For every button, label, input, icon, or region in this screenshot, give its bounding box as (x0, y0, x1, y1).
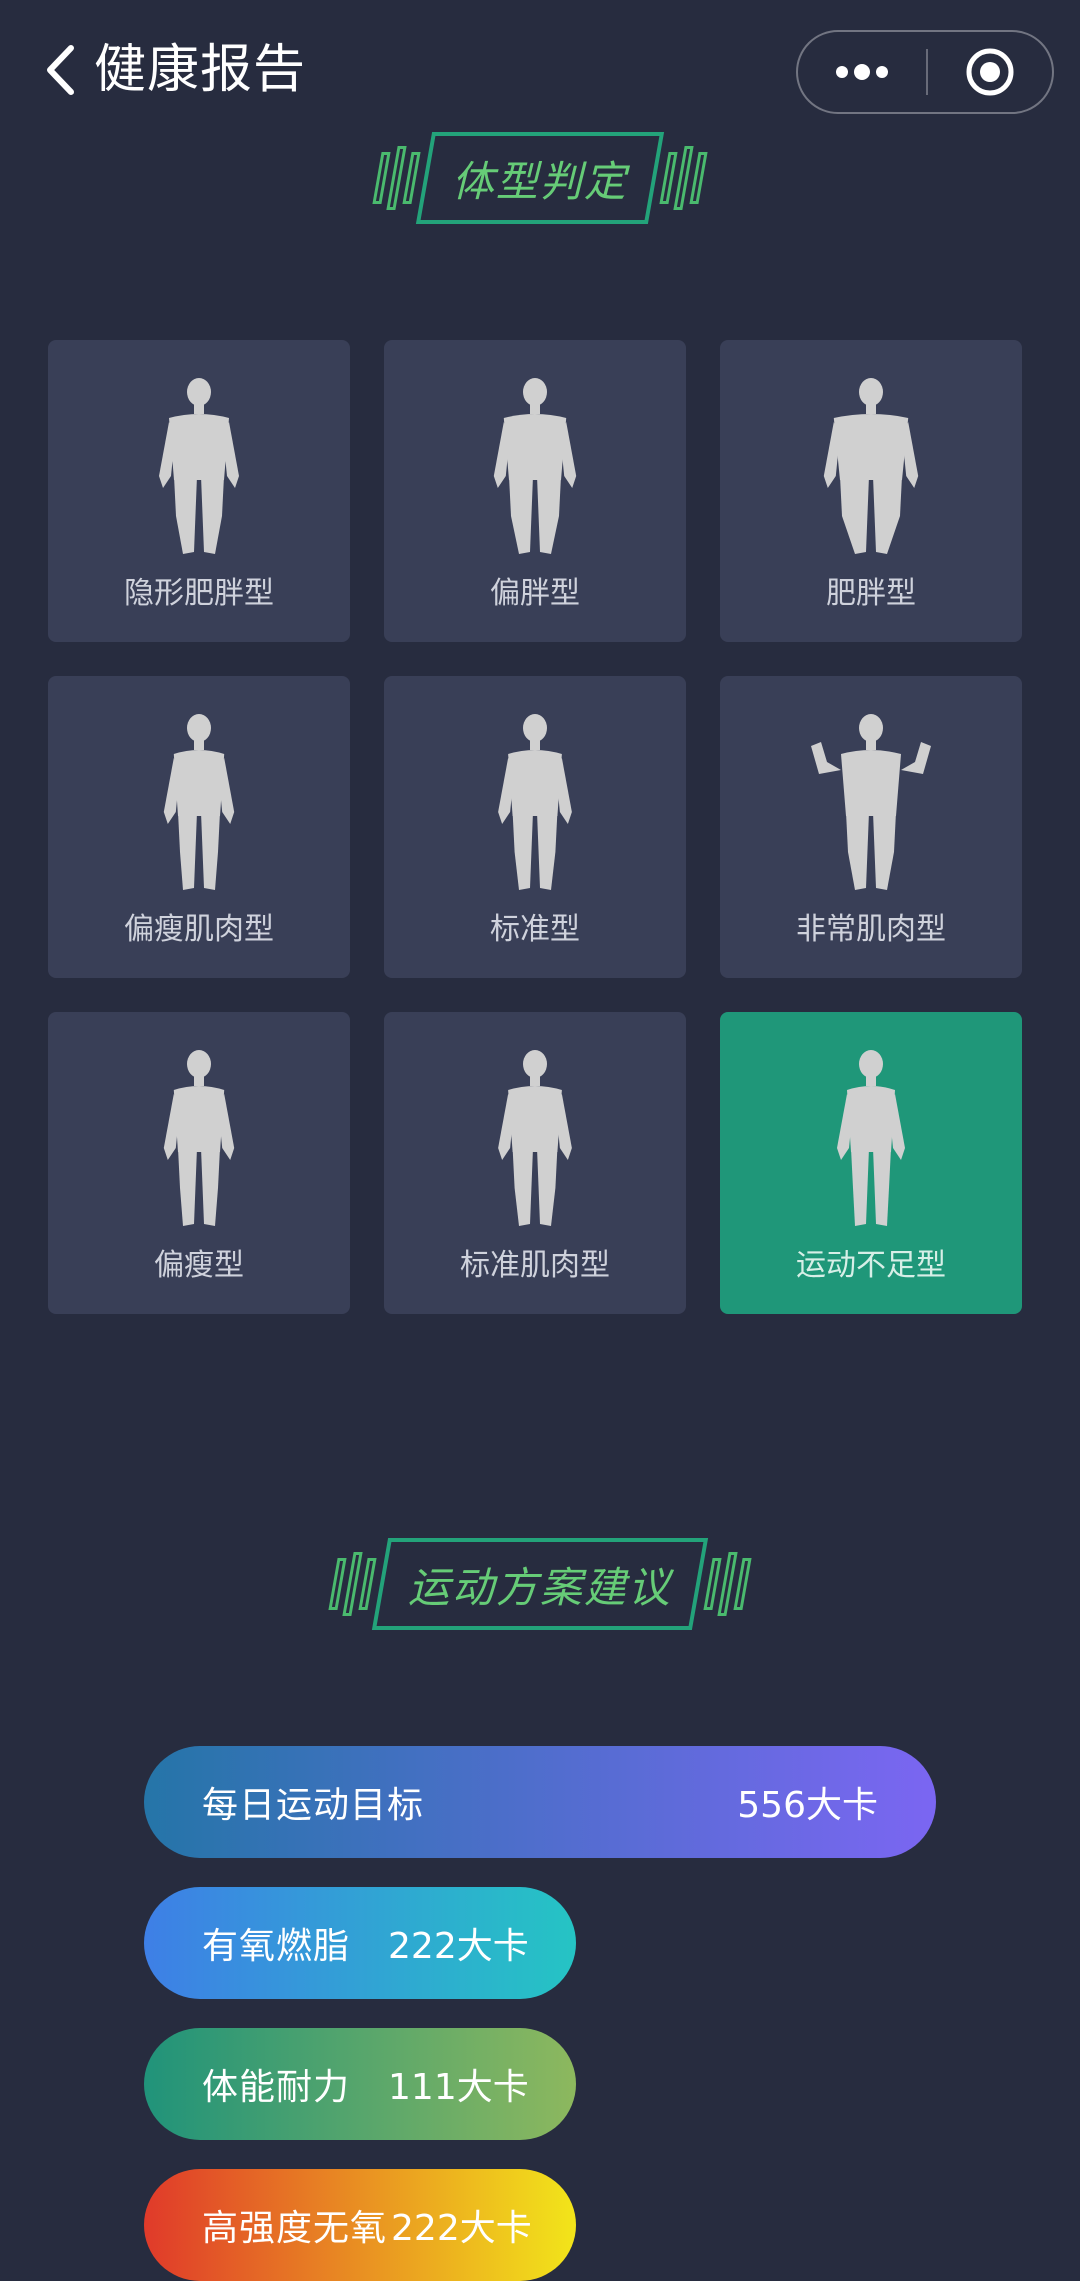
body-type-card-obese[interactable]: 肥胖型 (720, 340, 1022, 642)
section-title-exercise-plan: 运动方案建议 (407, 1562, 672, 1612)
badge-bars-right (659, 146, 708, 210)
human-figure-icon (475, 376, 595, 562)
daily-goal-value: 556大卡 (737, 1785, 878, 1826)
body-type-label: 标准肌肉型 (460, 1248, 610, 1283)
daily-goal-label: 每日运动目标 (202, 1785, 425, 1826)
body-type-card-slim-muscular[interactable]: 偏瘦肌肉型 (48, 676, 350, 978)
human-figure-icon (475, 712, 595, 898)
body-type-label: 偏瘦肌肉型 (124, 912, 274, 947)
badge-frame: 运动方案建议 (371, 1538, 709, 1630)
endurance-value: 111大卡 (388, 2067, 529, 2108)
body-type-label: 偏胖型 (490, 576, 580, 611)
daily-goal-pill: 每日运动目标 556大卡 (144, 1746, 936, 1858)
endurance-pill: 体能耐力 111大卡 (144, 2028, 576, 2140)
anaerobic-pill: 高强度无氧 222大卡 (144, 2169, 576, 2281)
body-type-card-slim[interactable]: 偏瘦型 (48, 1012, 350, 1314)
endurance-label: 体能耐力 (202, 2067, 351, 2108)
top-bar: 健康报告 (0, 0, 1080, 140)
section-badge-body-type: 体型判定 (370, 128, 710, 228)
human-figure-icon (139, 712, 259, 898)
aerobic-pill: 有氧燃脂 222大卡 (144, 1887, 576, 1999)
body-type-label: 运动不足型 (796, 1248, 946, 1283)
page-title: 健康报告 (94, 40, 307, 100)
target-circle-icon (966, 48, 1014, 96)
body-type-card-insufficient-exercise[interactable]: 运动不足型 (720, 1012, 1022, 1314)
body-type-card-very-muscular[interactable]: 非常肌肉型 (720, 676, 1022, 978)
body-type-card-hidden-obese[interactable]: 隐形肥胖型 (48, 340, 350, 642)
human-figure-icon (139, 376, 259, 562)
human-figure-icon (811, 376, 931, 562)
human-figure-icon (139, 1048, 259, 1234)
more-button[interactable] (798, 32, 926, 112)
body-type-card-standard[interactable]: 标准型 (384, 676, 686, 978)
chevron-left-icon (47, 45, 74, 95)
aerobic-value: 222大卡 (388, 1926, 529, 1967)
human-figure-icon (811, 1048, 931, 1234)
badge-bars-right (703, 1552, 752, 1616)
badge-bars-left (372, 146, 421, 210)
close-miniprogram-button[interactable] (928, 32, 1052, 112)
body-type-label: 非常肌肉型 (796, 912, 946, 947)
body-type-card-overweight[interactable]: 偏胖型 (384, 340, 686, 642)
mini-program-capsule (796, 30, 1054, 114)
back-button[interactable] (40, 38, 80, 102)
badge-frame: 体型判定 (415, 132, 665, 224)
badge-bars-left (328, 1552, 377, 1616)
body-type-grid: 隐形肥胖型 偏胖型 肥胖型 偏瘦肌肉型 标准型 非常肌肉型 偏瘦型 标准肌肉型 … (48, 340, 1024, 1314)
anaerobic-label: 高强度无氧 (202, 2208, 388, 2249)
body-type-label: 偏瘦型 (154, 1248, 244, 1283)
body-type-label: 标准型 (490, 912, 580, 947)
body-type-label: 肥胖型 (826, 576, 916, 611)
human-figure-icon (475, 1048, 595, 1234)
more-dots-icon (836, 64, 888, 80)
section-title-body-type: 体型判定 (451, 156, 628, 206)
aerobic-label: 有氧燃脂 (202, 1926, 351, 1967)
body-type-label: 隐形肥胖型 (124, 576, 274, 611)
anaerobic-value: 222大卡 (391, 2208, 532, 2249)
section-badge-exercise-plan: 运动方案建议 (326, 1534, 754, 1634)
body-type-card-standard-muscular[interactable]: 标准肌肉型 (384, 1012, 686, 1314)
human-figure-icon (811, 712, 931, 898)
